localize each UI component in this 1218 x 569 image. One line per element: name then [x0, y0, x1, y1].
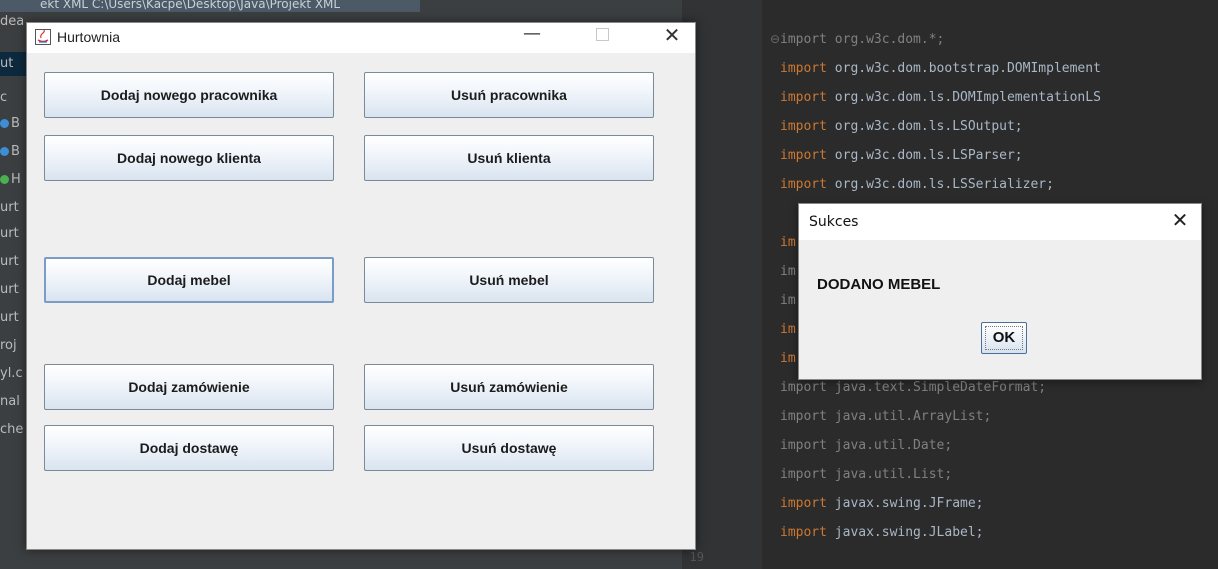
project-tree-item-label: che: [0, 422, 24, 437]
add-furniture-button[interactable]: Dodaj mebel: [44, 257, 334, 303]
file-type-icon: [0, 147, 9, 156]
code-line: import java.text.SimpleDateFormat;: [780, 380, 1046, 395]
code-keyword: im: [780, 351, 796, 366]
code-line: im: [780, 322, 796, 337]
dialog-message: DODANO MEBEL: [817, 276, 941, 293]
add-order-button[interactable]: Dodaj zamówienie: [44, 364, 334, 410]
code-text: javax.swing.JFrame;: [826, 496, 984, 511]
code-keyword: import: [780, 525, 827, 540]
code-line: import org.w3c.dom.ls.LSOutput;: [780, 119, 1023, 134]
minimize-button[interactable]: —: [509, 23, 555, 53]
project-tree-item-label: urt: [0, 226, 19, 241]
code-line: import java.util.ArrayList;: [780, 409, 991, 424]
code-keyword: import: [780, 380, 827, 395]
code-line: import org.w3c.dom.ls.DOMImplementationL…: [780, 90, 1101, 105]
code-keyword: import: [780, 148, 827, 163]
code-line: im: [780, 264, 796, 279]
java-icon: [35, 29, 51, 45]
remove-employee-button[interactable]: Usuń pracownika: [364, 72, 654, 118]
code-keyword: im: [780, 322, 796, 337]
project-tree-item-label: H: [11, 172, 21, 187]
code-line: im: [780, 235, 796, 250]
code-text: java.util.ArrayList;: [826, 409, 992, 424]
code-line: import org.w3c.dom.ls.LSParser;: [780, 148, 1023, 163]
project-tree-item-label: urt: [0, 254, 19, 269]
code-line: import javax.swing.JFrame;: [780, 496, 984, 511]
file-type-icon: [0, 175, 9, 184]
window-title: Hurtownia: [57, 29, 121, 45]
project-tree-item-label: urt: [0, 200, 19, 215]
code-keyword: im: [780, 264, 796, 279]
code-line: import javax.swing.JLabel;: [780, 525, 984, 540]
code-line: import org.w3c.dom.bootstrap.DOMImplemen…: [780, 61, 1101, 76]
maximize-button[interactable]: [579, 23, 625, 53]
project-tree-item-label: B: [11, 144, 20, 159]
add-client-button[interactable]: Dodaj nowego klienta: [44, 135, 334, 181]
project-tree-item-label: roj: [0, 338, 17, 353]
code-text: org.w3c.dom.ls.LSSerializer;: [826, 177, 1054, 192]
code-keyword: import: [780, 496, 827, 511]
remove-furniture-button[interactable]: Usuń mebel: [364, 257, 654, 303]
project-tree-item-label: nal: [0, 394, 20, 409]
code-keyword: import: [780, 119, 827, 134]
code-line: im: [780, 293, 796, 308]
add-delivery-button[interactable]: Dodaj dostawę: [44, 425, 334, 471]
line-number: 19: [689, 550, 704, 564]
code-line: im: [780, 351, 796, 366]
code-text: java.text.SimpleDateFormat;: [826, 380, 1047, 395]
dialog-title-bar: Sukces ✕: [799, 204, 1201, 240]
code-keyword: import: [780, 32, 827, 47]
fold-marker-icon: ⊖: [770, 32, 781, 46]
add-employee-button[interactable]: Dodaj nowego pracownika: [44, 72, 334, 118]
project-tree-item-label: c: [0, 90, 8, 105]
remove-delivery-button[interactable]: Usuń dostawę: [364, 425, 654, 471]
code-keyword: import: [780, 438, 827, 453]
code-keyword: import: [780, 90, 827, 105]
project-tree-item-label: ut: [0, 56, 14, 71]
remove-client-button[interactable]: Usuń klienta: [364, 135, 654, 181]
close-button[interactable]: ✕: [649, 23, 695, 53]
code-keyword: import: [780, 409, 827, 424]
project-tree-item-label: urt: [0, 310, 19, 325]
main-window: Hurtownia — ✕ Dodaj nowego pracownika Us…: [26, 22, 696, 550]
maximize-icon: [595, 27, 609, 41]
code-line: import org.w3c.dom.*;: [780, 32, 944, 47]
code-text: org.w3c.dom.ls.LSOutput;: [826, 119, 1023, 134]
ok-button-label: OK: [985, 326, 1023, 350]
code-keyword: im: [780, 235, 796, 250]
dialog-title: Sukces: [809, 214, 859, 230]
code-text: org.w3c.dom.bootstrap.DOMImplement: [826, 61, 1101, 76]
code-text: java.util.Date;: [826, 438, 953, 453]
code-keyword: import: [780, 467, 827, 482]
project-tree-item-label: B: [11, 116, 20, 131]
code-keyword: import: [780, 177, 827, 192]
code-keyword: import: [780, 61, 827, 76]
project-path-text: ekt XML C:\Users\Kacpe\Desktop\Java\Proj…: [40, 0, 341, 11]
success-dialog: Sukces ✕ DODANO MEBEL OK: [798, 203, 1202, 380]
main-title-bar: Hurtownia — ✕: [27, 23, 695, 53]
file-type-icon: [0, 119, 9, 128]
ok-button[interactable]: OK: [981, 322, 1027, 354]
project-tree-item-label: dea: [0, 14, 25, 29]
code-text: org.w3c.dom.*;: [826, 32, 945, 47]
code-text: org.w3c.dom.ls.LSParser;: [826, 148, 1023, 163]
code-line: import org.w3c.dom.ls.LSSerializer;: [780, 177, 1054, 192]
project-tree-item-label: urt: [0, 282, 19, 297]
code-text: java.util.List;: [826, 467, 953, 482]
dialog-close-button[interactable]: ✕: [1165, 208, 1195, 236]
project-path-bar: ekt XML C:\Users\Kacpe\Desktop\Java\Proj…: [0, 0, 420, 12]
code-text: javax.swing.JLabel;: [826, 525, 984, 540]
code-keyword: im: [780, 293, 796, 308]
project-tree-item-label: yl.c: [0, 366, 23, 381]
code-text: org.w3c.dom.ls.DOMImplementationLS: [826, 90, 1101, 105]
remove-order-button[interactable]: Usuń zamówienie: [364, 364, 654, 410]
code-line: import java.util.List;: [780, 467, 952, 482]
code-line: import java.util.Date;: [780, 438, 952, 453]
